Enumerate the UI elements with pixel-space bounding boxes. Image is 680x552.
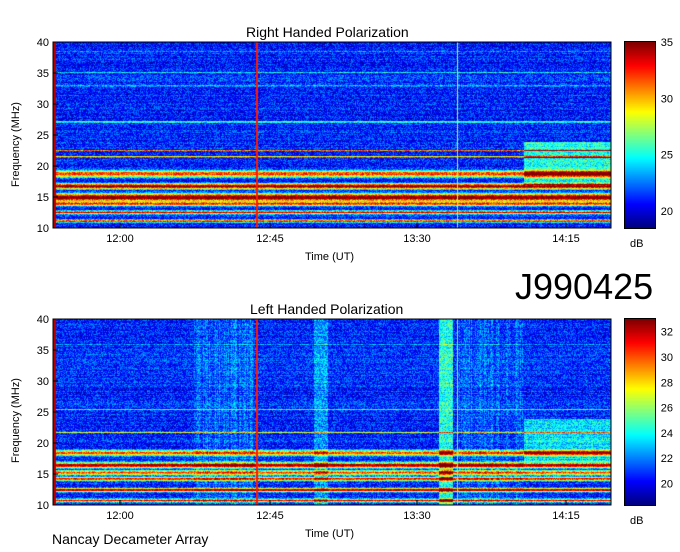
panel2-cbar-tick-label: 28 <box>661 377 673 389</box>
panel2-ytick-label: 15 <box>37 469 49 481</box>
panel2-ytick-label: 10 <box>37 500 49 512</box>
panel2-axes: 10 15 20 25 30 35 40 12:00 12:45 13:30 14:15 20 22 24… <box>37 314 673 522</box>
panel2-colorbar-label: dB <box>630 515 644 527</box>
panel2-cbar-tick-label: 32 <box>661 327 673 339</box>
footer-label: Nancay Decameter Array <box>52 531 209 547</box>
panel2-frame <box>52 318 612 506</box>
panel2-cbar-tick-label: 30 <box>661 352 673 364</box>
panel2-xlabel: Time (UT) <box>305 528 355 540</box>
panel2-cbar-tick-label: 22 <box>661 453 673 465</box>
panel2-cbar-tick-label: 20 <box>661 478 673 490</box>
panel2-colorbar <box>624 318 656 506</box>
panel2-ytick-label: 35 <box>37 345 49 357</box>
panel2-xtick-label: 14:15 <box>552 510 580 522</box>
panel2-xtick-label: 13:30 <box>403 510 431 522</box>
panel2-cbar-tick-label: 24 <box>661 428 673 440</box>
panel2-ytick-label: 20 <box>37 438 49 450</box>
panel2-ytick-label: 25 <box>37 407 49 419</box>
panel2-ytick-label: 40 <box>37 314 49 326</box>
panel2-xtick-label: 12:00 <box>106 510 134 522</box>
panel2-ytick-label: 30 <box>37 376 49 388</box>
panel2-cbar-tick-label: 26 <box>661 403 673 415</box>
panel2-ylabel: Frequency (MHz) <box>10 378 22 463</box>
panel2-xtick-label: 12:45 <box>256 510 284 522</box>
